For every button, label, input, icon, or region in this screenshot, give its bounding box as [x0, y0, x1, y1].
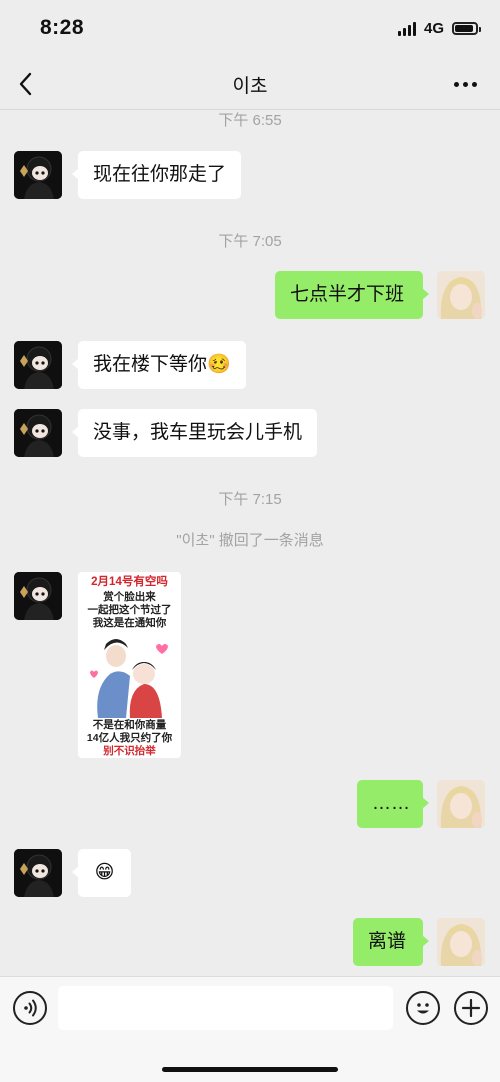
sticker-caption: 2月14号有空吗	[91, 576, 168, 588]
contact-avatar-icon	[14, 409, 62, 457]
contact-avatar[interactable]	[14, 409, 62, 457]
sticker-caption: 不是在和你商量	[92, 719, 167, 731]
contact-avatar-icon	[14, 151, 62, 199]
my-avatar[interactable]	[437, 271, 485, 319]
voice-icon	[24, 999, 37, 1017]
contact-avatar-icon	[14, 572, 62, 620]
plus-button[interactable]	[454, 991, 488, 1025]
timestamp: 下午 7:15	[218, 491, 282, 508]
my-avatar[interactable]	[437, 780, 485, 828]
message-bubble-incoming[interactable]: 😁	[72, 849, 131, 897]
more-button[interactable]	[448, 68, 482, 100]
contact-avatar[interactable]	[14, 572, 62, 620]
my-avatar-icon	[437, 271, 485, 319]
sticker-caption: 赏个脸出来	[103, 591, 156, 603]
voice-button[interactable]	[13, 991, 47, 1025]
more-dots-icon	[453, 81, 459, 87]
sticker-illustration	[90, 639, 168, 718]
message-bubble-outgoing[interactable]: 七点半才下班	[275, 271, 429, 319]
my-avatar-icon	[437, 780, 485, 828]
chat-header: 이초	[0, 58, 500, 110]
sticker-caption: 一起把这个节过了	[87, 604, 172, 616]
my-avatar[interactable]	[437, 918, 485, 966]
recall-notice: "이초" 撤回了一条消息	[176, 532, 324, 549]
status-indicators: 4G	[397, 20, 481, 37]
emoji-icon	[417, 1003, 429, 1014]
battery-level	[455, 25, 473, 32]
contact-avatar[interactable]	[14, 151, 62, 199]
message-bubble-incoming[interactable]: 我在楼下等你🥴	[72, 341, 246, 389]
status-time: 8:28	[40, 16, 85, 39]
status-bar: 8:28 4G	[0, 0, 500, 58]
battery-icon	[452, 22, 481, 35]
contact-avatar-icon	[14, 341, 62, 389]
timestamp: 下午 6:55	[218, 112, 282, 129]
network-type: 4G	[423, 20, 444, 37]
message-bubble-outgoing[interactable]: 离谱	[353, 918, 429, 966]
plus-icon	[461, 998, 481, 1018]
message-bubble-incoming[interactable]: 没事，我车里玩会儿手机	[71, 409, 318, 457]
chat-title: 이초	[232, 76, 268, 97]
my-avatar-icon	[437, 918, 485, 966]
sticker-caption: 我这是在通知你	[92, 617, 167, 629]
message-bubble-outgoing[interactable]: ……	[357, 780, 429, 828]
emoji-button[interactable]	[406, 991, 440, 1025]
signal-icon	[397, 21, 416, 36]
contact-avatar[interactable]	[14, 341, 62, 389]
message-bubble-incoming[interactable]: 现在往你那走了	[71, 151, 242, 199]
sticker-caption: 别不识抬举	[103, 745, 156, 757]
sticker-message[interactable]: 2月14号有空吗 赏个脸出来 一起把这个节过了 我这是在通知你 不是在和你商量 …	[78, 572, 181, 758]
timestamp: 下午 7:05	[218, 233, 282, 250]
sticker-caption: 14亿人我只约了你	[86, 732, 173, 744]
contact-avatar[interactable]	[14, 849, 62, 897]
home-indicator[interactable]	[162, 1067, 338, 1072]
message-input[interactable]	[58, 986, 393, 1030]
contact-avatar-icon	[14, 849, 62, 897]
